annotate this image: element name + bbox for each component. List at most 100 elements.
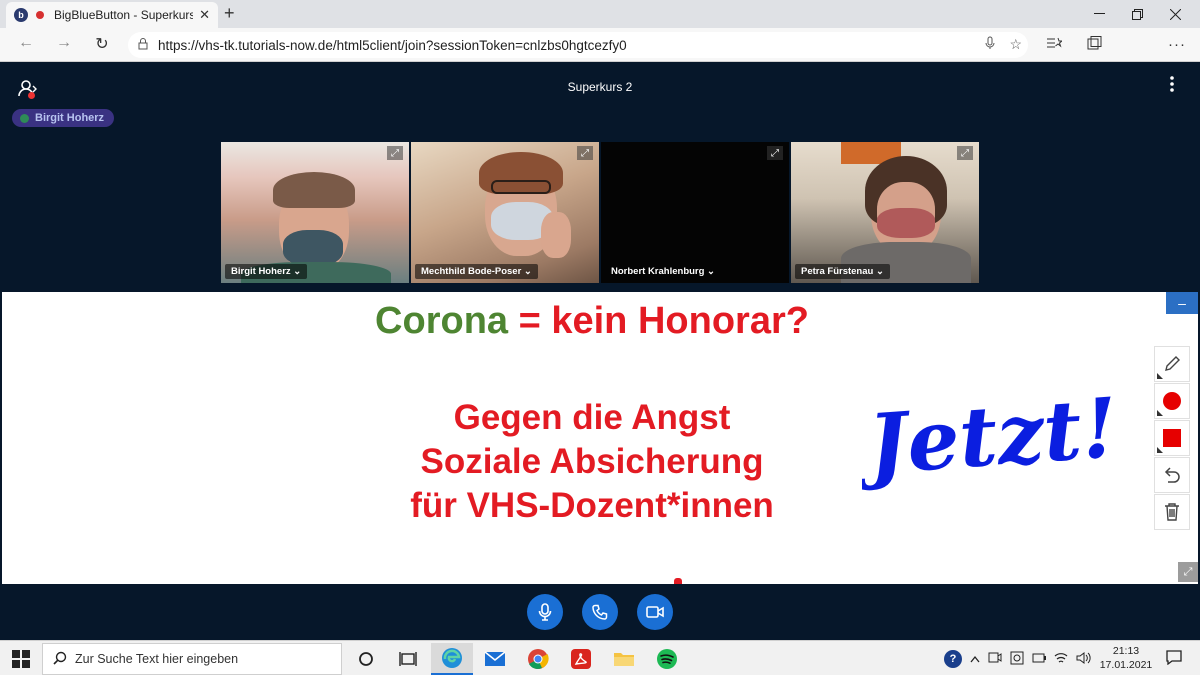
clear-annotations-button[interactable] (1154, 494, 1190, 530)
taskbar-spotify[interactable] (646, 643, 688, 675)
minimize-presentation-button[interactable]: – (1166, 292, 1198, 314)
microphone-permission-icon[interactable] (985, 36, 995, 53)
browser-address-bar: ← → ↻ https://vhs-tk.tutorials-now.de/ht… (0, 28, 1200, 84)
volume-icon[interactable] (1076, 651, 1092, 667)
webcam-name-label[interactable]: Petra Fürstenau ⌄ (795, 264, 890, 279)
antivirus-icon[interactable] (1010, 651, 1024, 668)
restore-icon (1131, 8, 1143, 20)
taskbar-chrome[interactable] (517, 643, 559, 675)
talking-user-name: Birgit Hoherz (35, 112, 105, 124)
webcam-tile[interactable]: ⤢ Petra Fürstenau ⌄ (791, 142, 979, 283)
taskbar-acrobat[interactable] (560, 643, 602, 675)
meet-now-icon[interactable] (988, 651, 1002, 668)
red-circle-icon (1163, 392, 1181, 410)
thickness-tool-button[interactable] (1154, 420, 1190, 456)
kebab-menu-icon (1170, 76, 1174, 92)
tab-title: BigBlueButton - Superkurs 2 (54, 8, 194, 22)
chrome-icon (528, 649, 549, 669)
taskbar-mail[interactable] (474, 643, 516, 675)
task-view-button[interactable] (387, 643, 429, 675)
windows-start-icon[interactable] (12, 650, 30, 668)
presentation-slide[interactable]: Corona = kein Honorar? Gegen die Angst S… (2, 292, 1198, 584)
cortana-icon (359, 652, 373, 666)
undo-button[interactable] (1154, 457, 1190, 493)
trash-icon (1165, 503, 1179, 521)
annotation-text: Jetzt! (862, 380, 1121, 492)
talking-dot-icon (20, 113, 29, 123)
url-field[interactable]: https://vhs-tk.tutorials-now.de/html5cli… (128, 32, 1028, 58)
edge-browser-icon (442, 648, 462, 668)
taskbar-file-explorer[interactable] (603, 643, 645, 675)
folder-icon (614, 653, 634, 666)
camera-button[interactable] (637, 594, 673, 630)
glasses (491, 180, 551, 194)
recording-dot-icon (36, 11, 44, 19)
webcam-name-label[interactable]: Norbert Krahlenburg ⌄ (605, 264, 721, 279)
collections-icon[interactable] (1086, 36, 1102, 54)
meeting-title: Superkurs 2 (567, 80, 633, 94)
bbb-action-bar (0, 584, 1200, 640)
mail-icon (484, 651, 506, 666)
webcam-tile[interactable]: ⤢ Mechthild Bode-Poser ⌄ (411, 142, 599, 283)
webcam-name-label[interactable]: Birgit Hoherz ⌄ (225, 264, 308, 279)
system-tray: ? (944, 643, 1100, 675)
lock-icon (138, 37, 148, 53)
bbb-favicon-icon: b (14, 8, 28, 22)
fullscreen-icon[interactable]: ⤢ (957, 146, 973, 160)
new-tab-button[interactable]: + (224, 4, 235, 22)
chevron-up-icon[interactable] (970, 652, 980, 666)
face-mask (877, 208, 935, 238)
microphone-icon (538, 603, 552, 621)
help-icon[interactable]: ? (944, 650, 962, 668)
cortana-button[interactable] (345, 643, 387, 675)
video-camera-icon (646, 606, 664, 618)
acrobat-icon (571, 649, 591, 669)
favorite-star-icon[interactable]: ☆ (1009, 36, 1022, 53)
fullscreen-icon[interactable]: ⤢ (577, 146, 593, 160)
browser-menu-icon[interactable]: ··· (1168, 36, 1186, 53)
talking-indicator[interactable]: Birgit Hoherz (12, 109, 115, 127)
search-placeholder: Zur Suche Text hier eingeben (75, 652, 239, 666)
slide-headline-red: = kein Honorar? (508, 300, 809, 342)
slide-headline-green: Corona (375, 300, 509, 342)
submenu-corner-icon (1157, 373, 1163, 379)
taskbar-clock[interactable]: 21:13 17.01.2021 (1096, 644, 1156, 672)
waving-hand (541, 212, 571, 258)
presentation-fullscreen-button[interactable]: ⤢ (1178, 562, 1198, 582)
webcam-name-label[interactable]: Mechthild Bode-Poser ⌄ (415, 264, 538, 279)
clock-date: 17.01.2021 (1099, 659, 1153, 671)
favorites-list-icon[interactable] (1046, 36, 1064, 54)
options-menu-button[interactable] (1170, 76, 1174, 97)
refresh-icon[interactable]: ↻ (90, 34, 114, 54)
leave-audio-button[interactable] (582, 594, 618, 630)
participant-hair (273, 172, 355, 208)
notification-center-button[interactable] (1166, 649, 1182, 668)
battery-icon[interactable] (1032, 652, 1046, 666)
notification-icon (1166, 650, 1182, 666)
wifi-icon[interactable] (1054, 652, 1068, 667)
microphone-button[interactable] (527, 594, 563, 630)
forward-arrow-icon[interactable]: → (52, 34, 76, 52)
face-mask (283, 230, 343, 266)
spotify-icon (657, 649, 677, 669)
red-square-icon (1163, 429, 1181, 447)
webcam-tile[interactable]: ⤢ Birgit Hoherz ⌄ (221, 142, 409, 283)
task-view-icon (399, 652, 417, 666)
pencil-tool-button[interactable] (1154, 346, 1190, 382)
bbb-navbar: Superkurs 2 Birgit Hoherz (0, 62, 1200, 142)
fullscreen-icon[interactable]: ⤢ (387, 146, 403, 160)
taskbar-search-input[interactable]: Zur Suche Text hier eingeben (42, 643, 342, 675)
submenu-corner-icon (1157, 447, 1163, 453)
taskbar-edge[interactable] (431, 643, 473, 675)
webcam-tile[interactable]: ⤢ Norbert Krahlenburg ⌄ (601, 142, 789, 283)
fullscreen-icon[interactable]: ⤢ (767, 146, 783, 160)
color-tool-button[interactable] (1154, 383, 1190, 419)
tab-close-icon[interactable]: ✕ (199, 7, 210, 23)
close-window-button[interactable] (1152, 0, 1198, 28)
phone-icon (592, 604, 608, 620)
presentation-area: Corona = kein Honorar? Gegen die Angst S… (0, 292, 1200, 584)
webcam-strip: ⤢ Birgit Hoherz ⌄ ⤢ Mechthild Bode-Poser… (221, 142, 979, 283)
back-arrow-icon[interactable]: ← (14, 34, 38, 52)
browser-tab[interactable]: b BigBlueButton - Superkurs 2 ✕ (6, 2, 218, 28)
url-text: https://vhs-tk.tutorials-now.de/html5cli… (158, 37, 627, 53)
